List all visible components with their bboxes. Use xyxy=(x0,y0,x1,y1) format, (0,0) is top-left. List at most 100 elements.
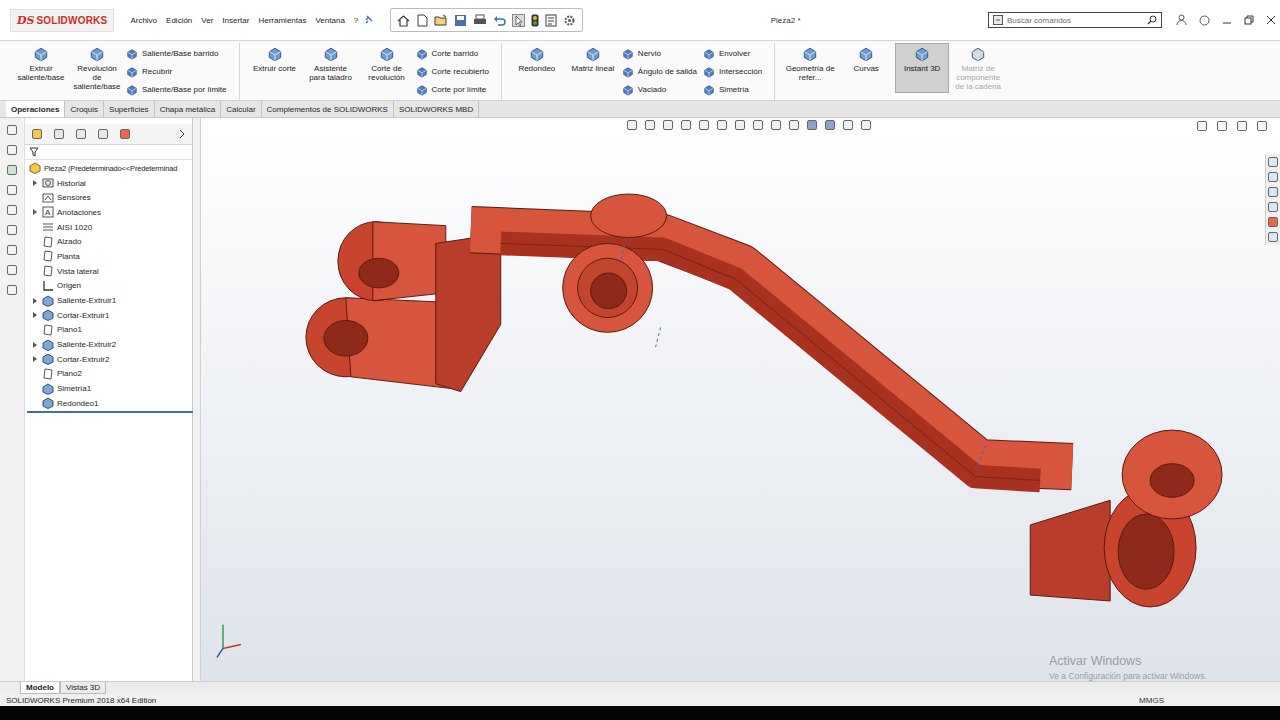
ribbon-button[interactable]: Corte de revolución xyxy=(360,43,414,93)
ribbon-small-button[interactable]: Saliente/Base barrido xyxy=(126,45,231,62)
menu-item[interactable]: Insertar xyxy=(222,16,249,25)
select-icon[interactable] xyxy=(512,14,525,27)
menu-item[interactable]: Edición xyxy=(166,16,192,25)
tree-item[interactable]: AAnotaciones xyxy=(25,205,192,220)
side-tool-icon[interactable] xyxy=(6,204,18,216)
home-icon[interactable] xyxy=(397,14,410,27)
ribbon-button[interactable]: Instant 3D xyxy=(895,43,949,93)
tree-item[interactable]: Sensores xyxy=(25,190,192,205)
side-tool-icon[interactable] xyxy=(6,244,18,256)
model-tab[interactable]: Vistas 3D xyxy=(60,682,106,694)
command-tab[interactable]: Complementos de SOLIDWORKS xyxy=(262,101,394,117)
expand-icon[interactable] xyxy=(31,252,39,260)
units-selector[interactable]: MMGS xyxy=(1139,696,1164,705)
command-tab[interactable]: Croquis xyxy=(65,101,104,117)
expand-icon[interactable] xyxy=(31,267,39,275)
side-tool-icon[interactable] xyxy=(6,284,18,296)
command-tab[interactable]: Operaciones xyxy=(6,101,65,117)
view-tool-icon[interactable] xyxy=(770,119,782,131)
view-tool-icon[interactable] xyxy=(644,119,656,131)
task-pane-icon[interactable] xyxy=(1267,171,1279,183)
view-tool-icon[interactable] xyxy=(842,119,854,131)
task-pane-icon[interactable] xyxy=(1267,156,1279,168)
filter-row[interactable] xyxy=(25,145,192,160)
command-tab[interactable]: SOLIDWORKS MBD xyxy=(394,101,479,117)
tree-item[interactable]: Plano2 xyxy=(25,367,192,382)
tree-item[interactable]: AISI 1020 xyxy=(25,220,192,235)
new-file-icon[interactable] xyxy=(416,14,428,27)
tree-item[interactable]: Plano1 xyxy=(25,323,192,338)
display-icon[interactable] xyxy=(119,128,131,140)
view-tool-icon[interactable] xyxy=(698,119,710,131)
task-pane-icon[interactable] xyxy=(1267,201,1279,213)
ribbon-small-button[interactable]: Intersección xyxy=(703,63,766,80)
side-tool-icon[interactable] xyxy=(6,224,18,236)
ribbon-button[interactable]: Revolución de saliente/base xyxy=(70,43,124,94)
viewport-icon[interactable] xyxy=(1256,120,1268,132)
expand-icon[interactable] xyxy=(31,208,39,216)
menu-item[interactable]: ? xyxy=(354,16,358,25)
configuration-icon[interactable] xyxy=(75,128,87,140)
side-tool-icon[interactable] xyxy=(6,264,18,276)
view-tool-icon[interactable] xyxy=(860,119,872,131)
view-tool-icon[interactable] xyxy=(626,119,638,131)
save-icon[interactable] xyxy=(454,14,467,27)
panel-splitter[interactable] xyxy=(193,118,201,681)
ribbon-small-button[interactable]: Nervio xyxy=(622,45,701,62)
ribbon-button[interactable]: Extruir saliente/base xyxy=(14,43,68,93)
tree-item[interactable]: Redondeo1 xyxy=(25,396,192,411)
side-tool-icon[interactable] xyxy=(6,144,18,156)
view-tool-icon[interactable] xyxy=(824,119,836,131)
task-pane-icon[interactable] xyxy=(1267,231,1279,243)
ribbon-button[interactable]: Asistente para taladro xyxy=(304,43,358,93)
expand-icon[interactable] xyxy=(31,311,39,319)
expand-icon[interactable] xyxy=(31,370,39,378)
rebuild-icon[interactable] xyxy=(531,14,539,27)
search-scope-icon[interactable] xyxy=(993,15,1003,25)
ribbon-small-button[interactable]: Ángulo de salida xyxy=(622,63,701,80)
expand-icon[interactable] xyxy=(31,297,39,305)
restore-icon[interactable] xyxy=(1244,15,1254,25)
view-tool-icon[interactable] xyxy=(788,119,800,131)
part-model[interactable] xyxy=(201,118,1280,681)
search-icon[interactable] xyxy=(1147,15,1157,25)
undo-icon[interactable] xyxy=(493,14,506,27)
tree-item[interactable]: Cortar-Extruir2 xyxy=(25,352,192,367)
viewport-icon[interactable] xyxy=(1216,120,1228,132)
model-tab[interactable]: Modelo xyxy=(20,682,60,694)
ribbon-small-button[interactable]: Envolver xyxy=(703,45,766,62)
side-tool-icon[interactable] xyxy=(6,164,18,176)
tree-item[interactable]: Saliente-Extruir1 xyxy=(25,293,192,308)
expand-icon[interactable] xyxy=(31,238,39,246)
ribbon-small-button[interactable]: Simetría xyxy=(703,81,766,98)
tree-item[interactable]: Alzado xyxy=(25,234,192,249)
expand-icon[interactable] xyxy=(31,326,39,334)
menu-item[interactable]: Ventana xyxy=(315,16,344,25)
graphics-area[interactable]: Activar WindowsVe a Configuración para a… xyxy=(201,118,1280,681)
ribbon-button[interactable]: Redondeo xyxy=(510,43,564,93)
expand-icon[interactable] xyxy=(31,194,39,202)
tree-item[interactable]: Saliente-Extruir2 xyxy=(25,337,192,352)
side-tool-icon[interactable] xyxy=(6,124,18,136)
file-properties-icon[interactable] xyxy=(545,14,557,27)
view-tool-icon[interactable] xyxy=(806,119,818,131)
property-icon[interactable] xyxy=(53,128,65,140)
ribbon-button[interactable]: Matriz de componente de la cadena xyxy=(951,43,1005,94)
view-tool-icon[interactable] xyxy=(662,119,674,131)
view-tool-icon[interactable] xyxy=(716,119,728,131)
expand-icon[interactable] xyxy=(31,355,39,363)
tree-item[interactable]: Historial xyxy=(25,176,192,191)
tree-item[interactable]: Origen xyxy=(25,279,192,294)
task-pane-icon[interactable] xyxy=(1267,186,1279,198)
chevron-right-icon[interactable] xyxy=(178,129,186,139)
tree-item[interactable]: Planta xyxy=(25,249,192,264)
ribbon-small-button[interactable]: Saliente/Base por límite xyxy=(126,81,231,98)
menu-item[interactable]: Ver xyxy=(201,16,213,25)
task-pane-icon[interactable] xyxy=(1267,216,1279,228)
ribbon-button[interactable]: Extruir corte xyxy=(248,43,302,93)
close-icon[interactable] xyxy=(1266,15,1276,25)
tree-root[interactable]: Pieza2 (Predeterminado<<Predeterminad xyxy=(25,161,192,176)
gear-icon[interactable] xyxy=(563,14,576,27)
viewport-icon[interactable] xyxy=(1236,120,1248,132)
tree-item[interactable]: Cortar-Extruir1 xyxy=(25,308,192,323)
